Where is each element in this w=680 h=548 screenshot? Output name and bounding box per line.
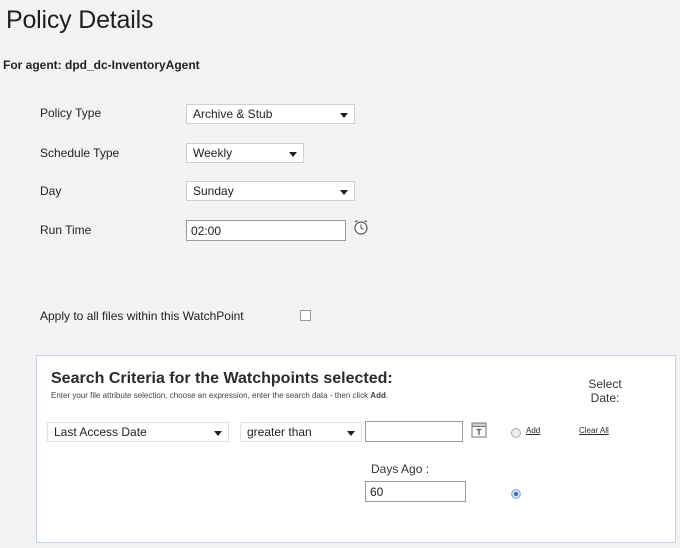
run-time-input[interactable]: 02:00	[186, 220, 346, 241]
hint-text: Enter your file attribute selection, cho…	[51, 391, 371, 400]
search-criteria-panel: Search Criteria for the Watchpoints sele…	[36, 355, 676, 543]
day-select[interactable]: Sunday	[186, 181, 355, 201]
expression-value: greater than	[247, 425, 312, 439]
days-ago-radio[interactable]	[511, 489, 521, 499]
chevron-down-icon	[340, 190, 348, 195]
search-value-input[interactable]	[365, 421, 463, 442]
apply-all-checkbox[interactable]	[300, 310, 311, 321]
schedule-type-label: Schedule Type	[40, 146, 120, 160]
days-ago-input[interactable]: 60	[365, 481, 466, 502]
days-ago-label: Days Ago :	[371, 462, 430, 476]
schedule-type-select[interactable]: Weekly	[186, 143, 304, 163]
run-time-label: Run Time	[40, 223, 92, 237]
chevron-down-icon	[347, 431, 355, 436]
chevron-down-icon	[340, 113, 348, 118]
policy-type-select[interactable]: Archive & Stub	[186, 104, 355, 124]
schedule-type-value: Weekly	[193, 146, 233, 160]
hint-action: Add	[370, 391, 386, 400]
calendar-icon[interactable]	[470, 421, 488, 439]
clear-all-link[interactable]: Clear All	[579, 426, 609, 435]
agent-label: For agent: dpd_dc-InventoryAgent	[3, 58, 200, 72]
attribute-select[interactable]: Last Access Date	[47, 422, 229, 442]
chevron-down-icon	[289, 152, 297, 157]
search-criteria-hint: Enter your file attribute selection, cho…	[51, 391, 388, 400]
attribute-value: Last Access Date	[54, 425, 147, 439]
expression-select[interactable]: greater than	[240, 422, 362, 442]
chevron-down-icon	[214, 431, 222, 436]
page-title: Policy Details	[6, 6, 154, 34]
apply-all-label: Apply to all files within this WatchPoin…	[40, 309, 244, 323]
day-value: Sunday	[193, 184, 234, 198]
add-link[interactable]: Add	[526, 426, 540, 435]
policy-type-value: Archive & Stub	[193, 107, 273, 121]
policy-type-label: Policy Type	[40, 106, 102, 120]
clock-icon[interactable]	[352, 218, 370, 236]
hint-suffix: .	[385, 391, 389, 400]
select-date-label: Select Date:	[588, 377, 622, 405]
search-criteria-title: Search Criteria for the Watchpoints sele…	[51, 370, 393, 387]
add-radio[interactable]	[511, 428, 521, 438]
day-label: Day	[40, 184, 62, 198]
